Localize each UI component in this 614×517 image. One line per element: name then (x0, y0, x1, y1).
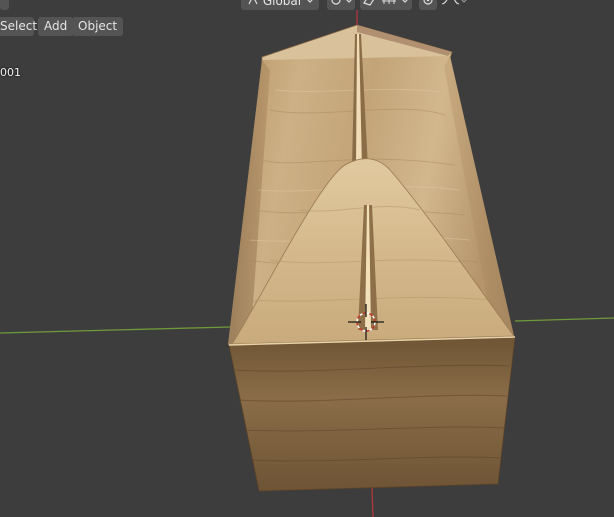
transform-orientation-dropdown[interactable]: Global (241, 0, 319, 10)
viewport-scene (0, 10, 614, 517)
box-front-face (228, 336, 516, 492)
3d-viewport[interactable]: Select Add Object Global 001 (0, 0, 614, 517)
snapping-group[interactable] (360, 0, 412, 10)
pivot-icon (331, 0, 352, 5)
select-menu[interactable]: Select (0, 17, 37, 36)
proportional-falloff-dropdown[interactable] (439, 0, 469, 10)
add-menu[interactable]: Add (38, 17, 74, 36)
dropdown-chevron-icon (307, 0, 313, 3)
proportional-editing-toggle[interactable] (419, 0, 437, 10)
object-menu[interactable]: Object (72, 17, 124, 36)
viewport-object-label: 001 (0, 66, 21, 79)
x-axis-line (0, 326, 231, 334)
proportional-editing-icon (423, 0, 433, 5)
snap-increment-icon (382, 0, 396, 4)
pivot-point-dropdown[interactable] (327, 0, 355, 10)
snap-magnet-icon (363, 0, 375, 6)
falloff-curve-icon (441, 0, 467, 5)
y-axis-line (371, 487, 374, 517)
orientation-icon (248, 0, 258, 5)
transform-orientation-label: Global (262, 0, 302, 8)
editor-type-icon[interactable] (0, 0, 9, 10)
